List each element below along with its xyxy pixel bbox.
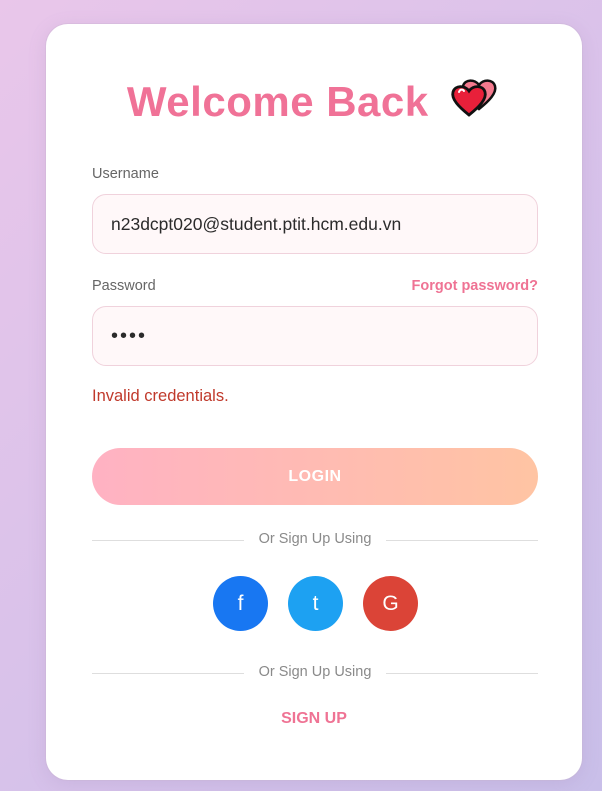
error-message: Invalid credentials. [92, 387, 229, 405]
username-label: Username [92, 166, 159, 182]
two-hearts-icon [449, 77, 501, 121]
divider-text: Or Sign Up Using [258, 531, 372, 547]
twitter-button[interactable]: t [288, 576, 343, 631]
google-button[interactable]: G [363, 576, 418, 631]
divider-line [386, 673, 538, 674]
password-input[interactable]: •••• [92, 306, 538, 366]
username-input[interactable]: n23dcpt020@student.ptit.hcm.edu.vn [92, 194, 538, 254]
password-label: Password [92, 278, 156, 294]
divider-line [386, 540, 538, 541]
page-title: Welcome Back [126, 78, 429, 125]
title-row: Welcome Back [46, 78, 582, 138]
sign-up-link[interactable]: SIGN UP [46, 710, 582, 728]
social-divider: Or Sign Up Using [92, 530, 538, 550]
login-button[interactable]: LOGIN [92, 448, 538, 505]
facebook-button[interactable]: f [213, 576, 268, 631]
forgot-password-link[interactable]: Forgot password? [412, 278, 538, 294]
divider-text: Or Sign Up Using [258, 664, 372, 680]
signup-divider: Or Sign Up Using [92, 663, 538, 683]
